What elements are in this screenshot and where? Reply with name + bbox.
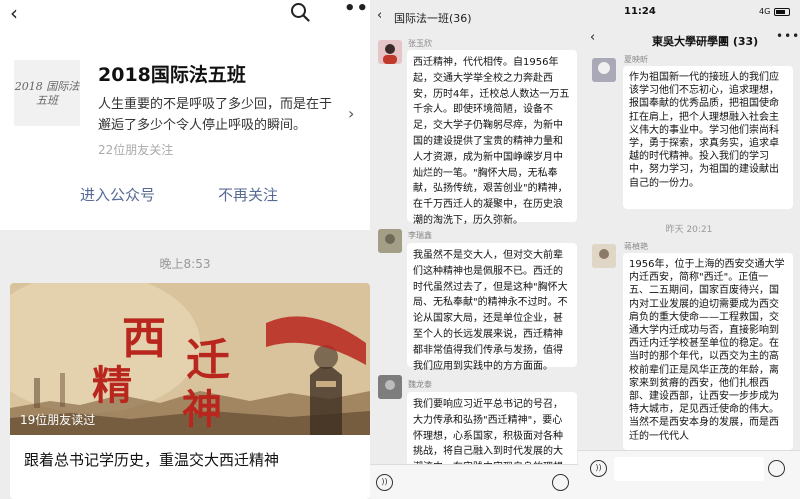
message-bubble[interactable]: 西迁精神，代代相传。自1956年起，交通大学举全校之力奔赴西安，历时4年，迁校总… <box>407 50 577 226</box>
more-icon[interactable]: ••• <box>344 0 370 18</box>
back-icon[interactable]: ‹ <box>377 8 382 23</box>
message-bubble[interactable]: 作为祖国新一代的接班人的我们应该学习他们不忘初心，追求理想，报国奉献的优秀品质，… <box>623 66 793 209</box>
account-actions: 进入公众号 不再关注 <box>0 176 370 210</box>
emoji-icon[interactable] <box>552 474 569 491</box>
divider-time: 昨天 20:21 <box>665 225 713 235</box>
sender-name: 魏龙泰 <box>408 380 432 389</box>
voice-icon[interactable]: )) <box>590 460 607 477</box>
chevron-right-icon[interactable]: › <box>348 104 354 123</box>
avatar[interactable] <box>592 244 616 268</box>
avatar[interactable] <box>378 229 402 253</box>
sender-name: 张玉欣 <box>408 39 432 48</box>
chat-title: 東吳大學研學團 (33) <box>652 35 759 48</box>
followers-count: 22位朋友关注 <box>98 143 174 157</box>
official-account-panel: ‹ ••• 2018 国际法五班 2018国际法五班 人生重要的不是呼吸了多少回… <box>0 0 370 499</box>
avatar[interactable] <box>378 40 402 64</box>
unfollow-button[interactable]: 不再关注 <box>218 184 278 205</box>
read-count: 19位朋友读过 <box>20 413 96 427</box>
sender-name: 夏映昕 <box>624 55 648 64</box>
input-bar: )) <box>578 450 800 499</box>
chat-header: ‹ 国际法一班(36) <box>370 0 578 32</box>
svg-text:神: 神 <box>182 386 222 433</box>
emoji-icon[interactable] <box>768 460 785 477</box>
enter-account-button[interactable]: 进入公众号 <box>80 184 155 205</box>
article-title[interactable]: 跟着总书记学历史，重温交大西迁精神 <box>24 449 279 470</box>
sender-name: 李瑞鑫 <box>408 231 432 240</box>
account-description: 人生重要的不是呼吸了多少回，而是在于邂逅了多少个令人停止呼吸的瞬间。 <box>98 97 333 133</box>
svg-text:西: 西 <box>122 313 166 364</box>
group-chat-panel-2: 11:24 4G ‹ 東吳大學研學團 (33) ••• 夏映昕 作为祖国新一代的… <box>578 0 800 499</box>
back-icon[interactable]: ‹ <box>590 30 595 45</box>
account-logo: 2018 国际法五班 <box>14 60 80 126</box>
back-icon[interactable]: ‹ <box>10 3 18 23</box>
voice-icon[interactable]: )) <box>376 474 393 491</box>
logo-text: 2018 国际法五班 <box>14 80 80 107</box>
group-chat-panel-1: ‹ 国际法一班(36) 张玉欣 西迁精神，代代相传。自1956年起，交通大学举全… <box>370 0 578 499</box>
article-cover-image: 西 迁 精 神 19位朋友读过 <box>10 283 370 435</box>
chat-title: 国际法一班(36) <box>394 12 472 25</box>
avatar[interactable] <box>378 375 402 399</box>
account-name: 2018国际法五班 <box>98 64 246 86</box>
more-icon[interactable]: ••• <box>776 29 800 43</box>
top-bar: ‹ ••• <box>0 0 370 26</box>
chat-header: ‹ 東吳大學研學團 (33) ••• <box>578 26 800 52</box>
svg-text:精: 精 <box>92 362 132 409</box>
battery-icon <box>774 8 790 16</box>
search-icon[interactable] <box>290 2 310 22</box>
sender-name: 蒋楨艳 <box>624 242 648 251</box>
avatar[interactable] <box>592 58 616 82</box>
input-bar: )) <box>370 464 578 499</box>
message-time: 晚上8:53 <box>159 257 211 271</box>
svg-text:迁: 迁 <box>186 335 230 386</box>
message-input[interactable] <box>614 457 764 481</box>
status-bar: 11:24 4G <box>578 0 800 22</box>
network-indicator: 4G <box>759 7 771 16</box>
article-card[interactable]: 西 迁 精 神 19位朋友读过 跟着总书记学历史，重温交大西迁精神 <box>10 283 370 499</box>
message-bubble[interactable]: 我们要响应习近平总书记的号召，大力传承和弘扬"西迁精神"，要心怀理想，心系国家，… <box>407 392 577 466</box>
message-bubble[interactable]: 我虽然不是交大人，但对交大前辈们这种精神也是佩服不已。西迁的时代虽然过去了，但是… <box>407 243 577 372</box>
message-bubble[interactable]: 1956年，位于上海的西安交通大学内迁西安，简称"西迁"。正值一五、二五期间，国… <box>623 253 793 450</box>
status-time: 11:24 <box>624 6 656 17</box>
